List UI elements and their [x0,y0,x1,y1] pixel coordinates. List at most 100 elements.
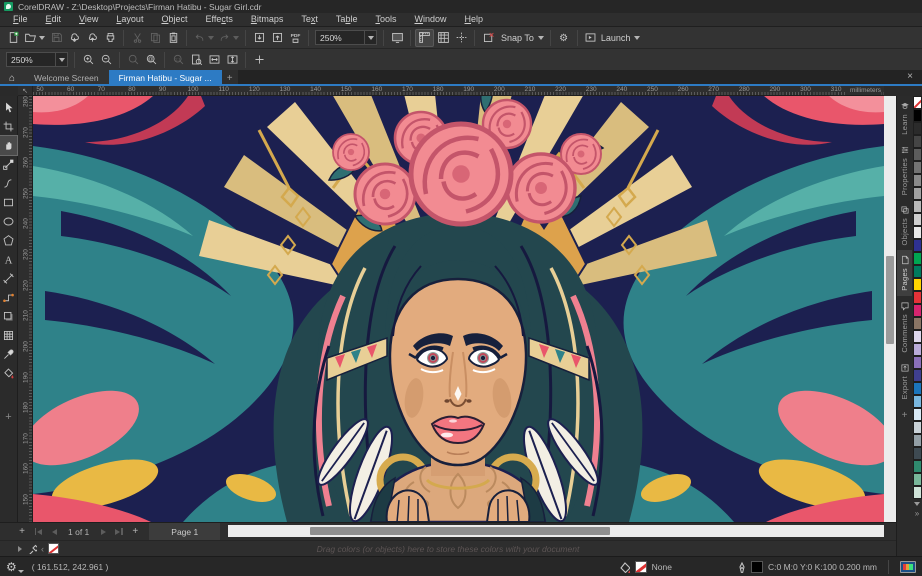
zoom-levels-combo[interactable]: 250% [315,30,377,45]
options-gear-button[interactable]: ⚙ [555,29,573,47]
home-tab-button[interactable]: ⌂ [0,70,24,86]
close-document-icon[interactable]: × [904,71,916,82]
add-plus-button[interactable] [250,51,268,69]
curve-tool[interactable] [0,174,17,193]
vertical-ruler[interactable]: 280 270 260 250 240 230 220 210 200 190 180 170 160 1… [18,96,33,522]
interactive-fill-tool[interactable] [0,364,17,383]
palette-swatch[interactable] [912,148,922,161]
docker-tab-properties[interactable]: Properties [897,140,913,200]
eyedropper-tool[interactable] [0,345,17,364]
ruler-origin[interactable]: ↖ [18,86,33,96]
palette-swatch[interactable] [912,135,922,148]
tab-active-document[interactable]: Firman Hatibu - Sugar ... [108,70,222,86]
palette-swatch[interactable] [912,473,922,486]
outline-color-swatch[interactable] [751,560,763,573]
add-docker-button[interactable]: + [902,410,908,421]
zoom-in-button[interactable] [79,51,97,69]
palette-swatch[interactable] [912,122,922,135]
cloud-upload-button[interactable] [83,29,101,47]
first-page-button[interactable] [30,523,46,541]
new-document-button[interactable] [4,29,22,47]
palette-swatch[interactable] [912,226,922,239]
palette-no-color-swatch[interactable] [912,96,922,109]
show-guidelines-button[interactable] [452,29,470,47]
docker-tab-objects[interactable]: Objects [897,200,913,251]
horizontal-ruler[interactable]: millimeters 50 60 70 80 90 100 110 120 130 140 150… [33,86,884,96]
palette-swatch[interactable] [912,382,922,395]
polygon-tool[interactable] [0,231,17,250]
zoom-height-button[interactable] [223,51,241,69]
color-proof-monitor-icon[interactable] [900,560,916,573]
zoom-all-button[interactable]: @ [142,51,160,69]
status-bar-options-button[interactable]: ⚙ [6,561,24,573]
pan-tool[interactable] [0,135,18,156]
zoom-out-button[interactable] [97,51,115,69]
dimension-tool[interactable] [0,269,17,288]
previous-page-button[interactable] [46,523,62,541]
menu-window[interactable]: Window [405,13,455,26]
import-button[interactable] [250,29,268,47]
docker-tab-export[interactable]: Export [897,358,913,404]
snap-to-menu[interactable]: Snap To [497,29,546,47]
vertical-scrollbar[interactable] [884,96,896,522]
rectangle-tool[interactable] [0,193,17,212]
zoom-level-combo[interactable]: 250% [6,52,68,67]
no-color-swatch[interactable] [48,543,59,554]
show-grid-button[interactable] [434,29,452,47]
menu-text[interactable]: Text [292,13,327,26]
palette-swatch[interactable] [912,447,922,460]
collapse-palette-icon[interactable]: ‹ [41,544,44,554]
palette-swatch[interactable] [912,239,922,252]
open-document-button[interactable] [22,29,47,47]
palette-swatch[interactable] [912,278,922,291]
snap-off-button[interactable] [479,29,497,47]
add-page-button-left[interactable]: + [14,523,30,541]
vertical-scrollbar-thumb[interactable] [886,256,894,344]
menu-layout[interactable]: Layout [107,13,152,26]
zoom-width-button[interactable] [205,51,223,69]
palette-swatch[interactable] [912,369,922,382]
palette-swatch[interactable] [912,187,922,200]
export-button[interactable] [268,29,286,47]
menu-edit[interactable]: Edit [37,13,71,26]
document-palette-flyout-icon[interactable] [18,545,22,552]
menu-tools[interactable]: Tools [366,13,405,26]
page-tab-page1[interactable]: Page 1 [149,522,221,541]
palette-swatch[interactable] [912,434,922,447]
paste-button[interactable] [164,29,182,47]
palette-swatch[interactable] [912,408,922,421]
menu-view[interactable]: View [70,13,107,26]
ellipse-tool[interactable] [0,212,17,231]
next-page-button[interactable] [95,523,111,541]
menu-effects[interactable]: Effects [196,13,241,26]
palette-swatch[interactable] [912,291,922,304]
palette-swatch[interactable] [912,109,922,122]
horizontal-scrollbar-thumb[interactable] [310,527,610,535]
palette-swatch[interactable] [912,356,922,369]
menu-bitmaps[interactable]: Bitmaps [242,13,293,26]
zoom-page-button[interactable] [187,51,205,69]
cloud-download-button[interactable] [65,29,83,47]
palette-swatch[interactable] [912,330,922,343]
palette-swatch[interactable] [912,200,922,213]
docker-tab-comments[interactable]: Comments [897,296,913,358]
palette-swatch[interactable] [912,213,922,226]
print-button[interactable] [101,29,119,47]
palette-swatch[interactable] [912,252,922,265]
menu-help[interactable]: Help [456,13,493,26]
text-tool[interactable]: A [0,250,17,269]
palette-swatch[interactable] [912,343,922,356]
menu-file[interactable]: File [4,13,37,26]
last-page-button[interactable] [111,523,127,541]
palette-swatch[interactable] [912,161,922,174]
publish-pdf-button[interactable]: PDF [286,29,304,47]
palette-swatch[interactable] [912,395,922,408]
tab-welcome-screen[interactable]: Welcome Screen [24,70,109,86]
palette-swatch[interactable] [912,317,922,330]
add-page-button-right[interactable]: + [127,523,143,541]
palette-swatch[interactable] [912,174,922,187]
pick-tool[interactable] [0,98,17,117]
mesh-fill-tool[interactable] [0,326,17,345]
palette-swatch[interactable] [912,265,922,278]
docker-tab-learn[interactable]: Learn [897,96,913,140]
